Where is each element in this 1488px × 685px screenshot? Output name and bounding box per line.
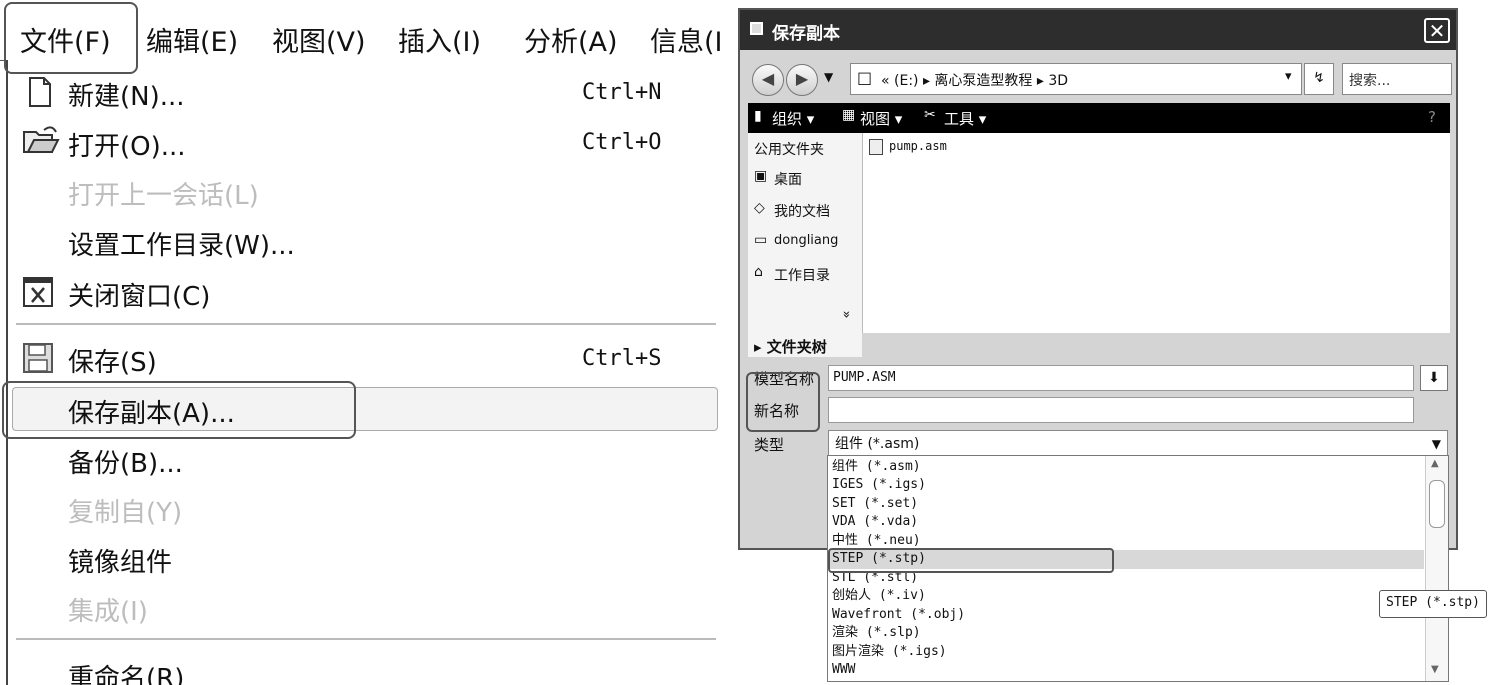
sidebar-item-label: 桌面 — [774, 172, 802, 188]
sidebar-item-computer[interactable]: ▭ dongliang — [754, 231, 858, 253]
sidebar-item-label: 工作目录 — [774, 268, 830, 284]
menu-separator — [16, 638, 716, 640]
tooltip: STEP (*.stp) — [1379, 590, 1487, 618]
menu-item-mirror-component[interactable]: 镜像组件 — [68, 542, 172, 579]
dialog-titlebar: 保存副本 ✕ — [740, 10, 1456, 50]
more-chevron-icon[interactable]: » — [838, 311, 853, 319]
desktop-icon: ▣ — [754, 168, 768, 184]
new-name-field[interactable] — [828, 397, 1414, 423]
computer-icon: ▭ — [754, 232, 768, 248]
menu-item-copy-from: 复制自(Y) — [68, 498, 183, 528]
common-folders-label: 公用文件夹 — [754, 142, 824, 158]
organize-button[interactable]: 组织 ▾ — [772, 108, 814, 129]
scroll-down-icon[interactable]: ▼ — [1431, 664, 1439, 675]
folder-tree-toggle[interactable]: ▸ 文件夹树 — [748, 333, 862, 357]
search-input[interactable]: 搜索... — [1342, 63, 1452, 95]
search-placeholder: 搜索... — [1349, 73, 1391, 89]
sidebar-item-my-documents[interactable]: ◇ 我的文档 — [754, 199, 858, 221]
working-dir-icon: ⌂ — [754, 264, 763, 280]
menu-item-open[interactable]: 打开(O)... — [68, 126, 186, 163]
dialog-title: 保存副本 — [772, 24, 840, 44]
menu-analysis[interactable]: 分析(A) — [524, 20, 618, 59]
type-option[interactable]: Wavefront (*.obj) — [832, 606, 965, 624]
window-icon — [750, 22, 763, 35]
callout-save-copy — [2, 381, 356, 439]
file-icon — [869, 139, 883, 155]
close-window-icon — [23, 277, 53, 307]
tools-icon: ✂ — [924, 107, 936, 123]
open-folder-icon — [23, 126, 60, 153]
menu-edit[interactable]: 编辑(E) — [146, 20, 238, 59]
shortcut-save: Ctrl+S — [582, 346, 662, 371]
file-name: pump.asm — [889, 139, 947, 153]
model-name-field[interactable]: PUMP.ASM — [828, 365, 1414, 391]
type-option[interactable]: SET (*.set) — [832, 495, 918, 513]
menu-item-integrate: 集成(I) — [68, 597, 148, 627]
menu-info[interactable]: 信息(I — [650, 20, 723, 59]
shortcut-open: Ctrl+O — [582, 130, 662, 155]
sidebar-item-label: 我的文档 — [774, 204, 830, 220]
callout-new-name — [746, 372, 820, 432]
save-disk-icon — [23, 343, 53, 373]
menu-item-new[interactable]: 新建(N)... — [68, 76, 185, 113]
organize-icon: ▮ — [754, 108, 762, 124]
address-bar[interactable]: □ « (E:) ▸ 离心泵造型教程 ▸ 3D ▾ — [850, 63, 1302, 95]
menu-item-close-window[interactable]: 关闭窗口(C) — [68, 276, 210, 313]
chevron-down-icon[interactable]: ▾ — [1285, 69, 1292, 84]
menu-insert[interactable]: 插入(I) — [398, 20, 481, 59]
menu-item-save[interactable]: 保存(S) — [68, 342, 157, 379]
forward-icon[interactable]: ▶ — [786, 64, 818, 96]
menu-item-set-working-directory[interactable]: 设置工作目录(W)... — [68, 225, 295, 262]
address-path: « (E:) ▸ 离心泵造型教程 ▸ 3D — [881, 73, 1069, 89]
back-icon[interactable]: ◀ — [752, 64, 784, 96]
sidebar-item-working-directory[interactable]: ⌂ 工作目录 — [754, 263, 858, 285]
menu-item-rename[interactable]: 重命名(R) — [68, 658, 184, 685]
sidebar-item-label: dongliang — [774, 233, 839, 248]
new-file-icon — [29, 77, 51, 107]
menu-item-open-last-session: 打开上一会话(L) — [68, 181, 259, 211]
callout-step-option — [828, 548, 1114, 573]
type-option[interactable]: 图片渲染 (*.igs) — [832, 643, 947, 661]
menu-separator — [16, 323, 716, 325]
dropdown-scrollbar[interactable]: ▲ ▼ — [1425, 456, 1448, 681]
type-option[interactable]: 组件 (*.asm) — [832, 458, 921, 476]
views-icon: ▦ — [842, 107, 856, 123]
scroll-up-icon[interactable]: ▲ — [1431, 458, 1439, 469]
dialog-toolbar: ▮ 组织 ▾ ▦ 视图 ▾ ✂ 工具 ▾ ? — [748, 103, 1450, 133]
history-dropdown-icon[interactable]: ▼ — [824, 70, 833, 84]
documents-icon: ◇ — [754, 200, 765, 216]
type-option[interactable]: IGES (*.igs) — [832, 476, 926, 494]
file-item[interactable]: pump.asm — [869, 139, 989, 159]
tools-button[interactable]: 工具 ▾ — [944, 108, 986, 129]
common-folders-sidebar: 公用文件夹 ▣ 桌面 ◇ 我的文档 ▭ dongliang ⌂ 工作目录 » — [748, 133, 863, 333]
type-select[interactable]: 组件 (*.asm) ▼ — [828, 430, 1448, 458]
shortcut-new: Ctrl+N — [582, 80, 662, 105]
menu-view[interactable]: 视图(V) — [272, 20, 366, 59]
type-label: 类型 — [754, 436, 785, 454]
type-option[interactable]: 渲染 (*.slp) — [832, 624, 921, 642]
menu-item-backup[interactable]: 备份(B)... — [68, 443, 183, 480]
browse-download-icon[interactable]: ⬇ — [1420, 365, 1448, 391]
file-menu-panel: 文件(F) 编辑(E) 视图(V) 插入(I) 分析(A) 信息(I 新建(N)… — [0, 0, 728, 685]
views-button[interactable]: 视图 ▾ — [860, 108, 902, 129]
sidebar-item-desktop[interactable]: ▣ 桌面 — [754, 167, 858, 189]
help-icon[interactable]: ? — [1428, 108, 1436, 126]
type-option[interactable]: WWW — [832, 661, 855, 679]
folder-icon: □ — [857, 68, 873, 87]
folder-tree-label: ▸ 文件夹树 — [754, 338, 827, 356]
scroll-thumb[interactable] — [1429, 480, 1445, 528]
type-option[interactable]: 创始人 (*.iv) — [832, 587, 926, 605]
callout-file-menu — [4, 2, 138, 74]
file-list: pump.asm — [863, 133, 1450, 333]
chevron-down-icon[interactable]: ▼ — [1432, 431, 1441, 457]
close-button[interactable]: ✕ — [1424, 18, 1450, 43]
refresh-icon[interactable]: ↯ — [1304, 63, 1334, 95]
type-option[interactable]: VDA (*.vda) — [832, 513, 918, 531]
type-selected-value: 组件 (*.asm) — [835, 436, 920, 452]
